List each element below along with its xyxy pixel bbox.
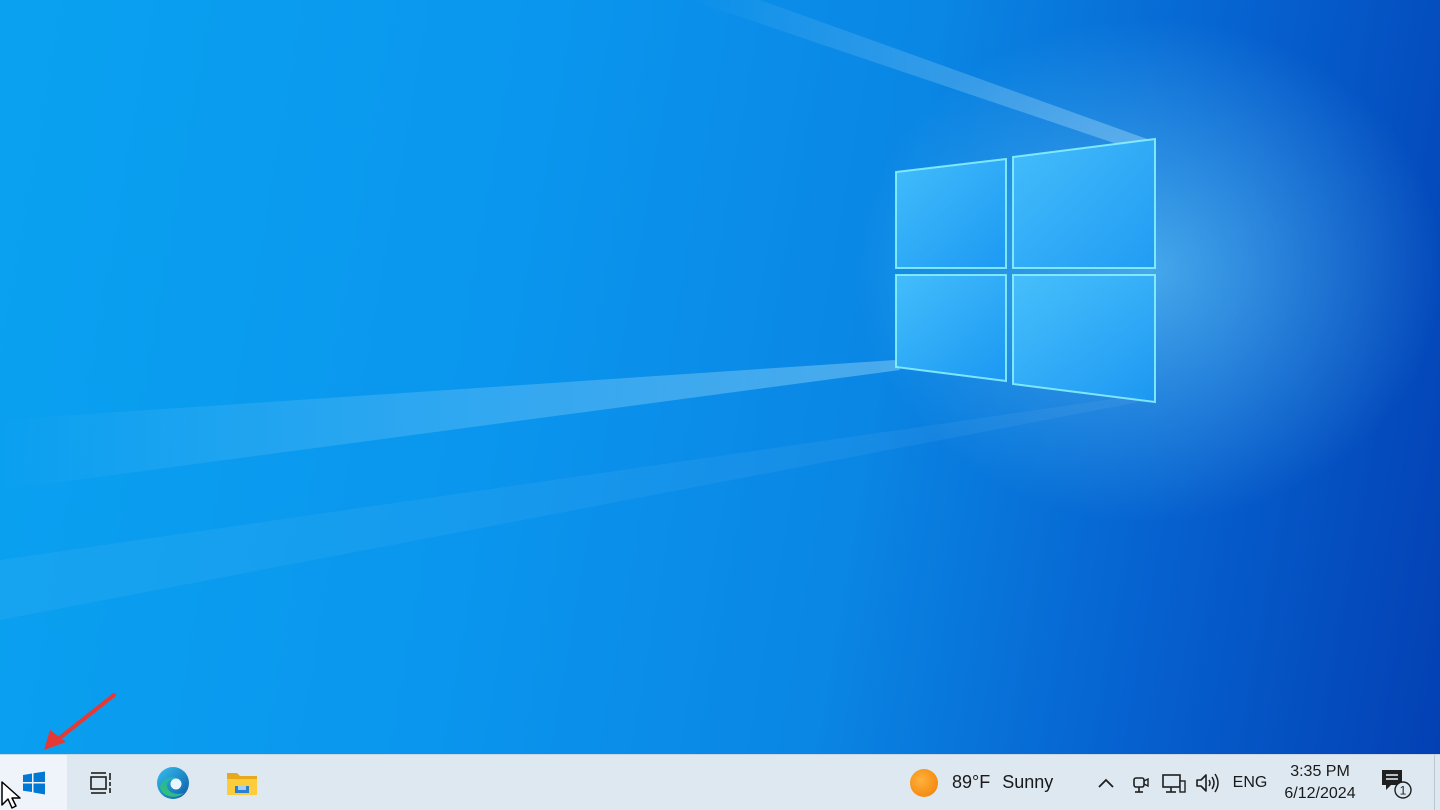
taskbar: 89°F Sunny ENG 3:35 PM 6/12/2024 1 [0, 754, 1440, 810]
meet-now-button[interactable] [1126, 755, 1154, 810]
notification-count-badge: 1 [1400, 783, 1407, 797]
file-explorer-button[interactable] [214, 755, 270, 810]
weather-condition: Sunny [1002, 772, 1054, 792]
input-language-button[interactable]: ENG [1228, 755, 1272, 810]
network-icon [1162, 773, 1186, 793]
network-button[interactable] [1158, 755, 1190, 810]
task-view-icon [90, 771, 111, 794]
windows-logo-wallpaper [0, 0, 1156, 620]
edge-icon [157, 766, 189, 799]
clock-button[interactable]: 3:35 PM 6/12/2024 [1276, 758, 1364, 808]
show-hidden-icons-button[interactable] [1092, 755, 1120, 810]
windows-logo-icon [22, 771, 45, 794]
volume-button[interactable] [1193, 755, 1223, 810]
folder-icon [227, 772, 257, 795]
sun-icon [910, 768, 938, 797]
notification-icon: 1 [1382, 769, 1412, 799]
weather-widget[interactable]: 89°F Sunny [910, 755, 1053, 810]
clock-date: 6/12/2024 [1284, 785, 1356, 802]
chevron-up-icon [1098, 778, 1114, 788]
logo-pane-bottom-right [1012, 274, 1156, 404]
show-desktop-button[interactable] [1434, 755, 1440, 810]
volume-icon [1196, 773, 1219, 792]
task-view-button[interactable] [74, 755, 128, 810]
desktop [0, 0, 1440, 754]
logo-pane-top-left [895, 157, 1007, 269]
red-arrow-annotation [44, 693, 116, 750]
weather-temperature: 89°F [952, 772, 991, 792]
edge-button[interactable] [145, 755, 201, 810]
meet-now-icon [1133, 776, 1149, 793]
action-center-button[interactable]: 1 [1372, 755, 1420, 810]
mouse-cursor-icon [1, 781, 21, 809]
logo-pane-top-right [1012, 137, 1156, 269]
logo-pane-bottom-left [895, 274, 1007, 383]
clock-time: 3:35 PM [1290, 763, 1350, 780]
light-beam-upper [690, 0, 1150, 145]
